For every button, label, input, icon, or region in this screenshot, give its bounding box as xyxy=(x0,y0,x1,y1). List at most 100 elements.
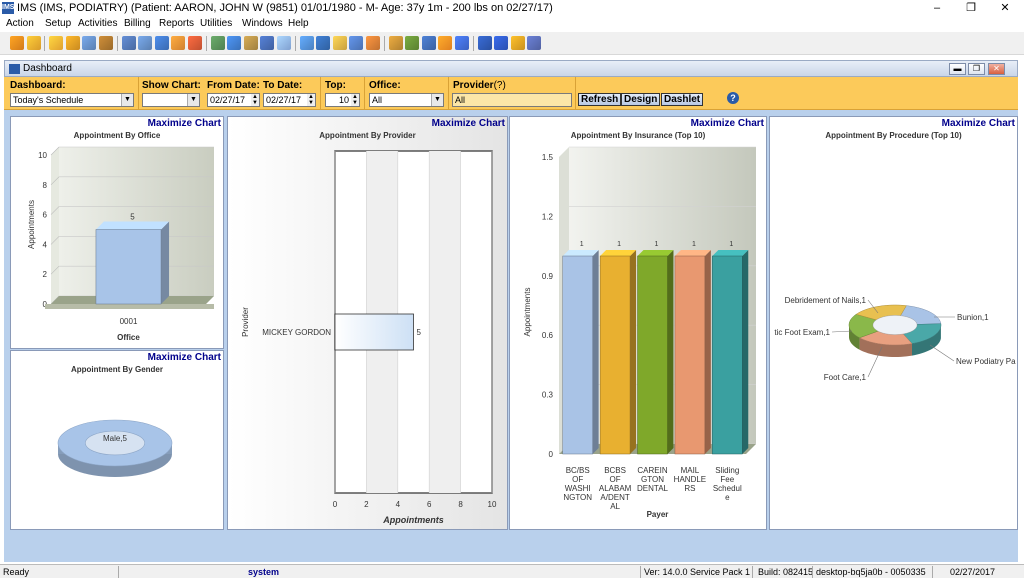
y-axis-label: Provider xyxy=(241,307,250,337)
provider-label: Provider(?) xyxy=(453,80,506,91)
y-tick-label: 0.9 xyxy=(542,272,554,281)
minimize-button[interactable]: – xyxy=(920,0,954,17)
menu-help[interactable]: Help xyxy=(288,18,309,29)
dollar-icon[interactable] xyxy=(154,36,169,50)
display-icon[interactable] xyxy=(477,36,492,50)
gender-chart-panel: Maximize Chart Appointment By Gender Mal… xyxy=(10,350,224,530)
restore-button[interactable]: ❐ xyxy=(954,0,988,17)
pen-icon[interactable] xyxy=(277,36,291,50)
top-value: 10 xyxy=(338,95,349,105)
calendar-icon[interactable] xyxy=(227,36,242,50)
show-chart-select[interactable]: ▼ xyxy=(142,93,200,107)
provider-help-hint[interactable]: (?) xyxy=(494,80,506,91)
grid-band xyxy=(429,151,461,493)
x-axis-label: Payer xyxy=(647,510,669,519)
provider-label-text: Provider xyxy=(453,80,494,91)
bar-side xyxy=(667,250,674,454)
building-icon[interactable] xyxy=(366,36,380,50)
help-icon[interactable] xyxy=(494,36,509,50)
menu-action[interactable]: Action xyxy=(6,18,34,29)
lab-flask-icon[interactable] xyxy=(99,36,113,50)
y-tick-label: 4 xyxy=(43,240,48,249)
plot-floor-edge xyxy=(45,304,214,309)
menu-activities[interactable]: Activities xyxy=(78,18,117,29)
dashboard-select[interactable]: Today's Schedule ▼ xyxy=(10,93,134,107)
spinner-icon[interactable]: ▲ ▼ xyxy=(307,94,315,106)
y-tick-label: 0 xyxy=(549,450,554,459)
lock-icon[interactable] xyxy=(510,36,525,50)
from-date-value: 02/27/17 xyxy=(210,95,246,105)
document-icon[interactable] xyxy=(121,36,136,50)
grid-icon[interactable] xyxy=(349,36,364,50)
chevron-down-icon: ▼ xyxy=(187,94,199,106)
folder-open-icon[interactable] xyxy=(49,36,64,50)
form-icon[interactable] xyxy=(138,36,153,50)
folder-icon[interactable] xyxy=(65,36,80,50)
data-label: 5 xyxy=(417,328,422,337)
x-axis-label: Office xyxy=(117,333,140,342)
transfer-icon[interactable] xyxy=(210,36,225,50)
office-select[interactable]: All ▼ xyxy=(369,93,444,107)
exit-icon[interactable] xyxy=(527,36,542,50)
office-label: Office: xyxy=(369,80,401,91)
close-button[interactable]: ✕ xyxy=(988,0,1022,17)
stack-icon[interactable] xyxy=(388,36,403,50)
exchange-icon[interactable] xyxy=(421,36,436,50)
x-axis-label: Appointments xyxy=(382,515,444,525)
chart-icon[interactable] xyxy=(332,36,347,50)
refresh-button[interactable]: Refresh xyxy=(578,93,622,106)
data-label: 1 xyxy=(655,241,659,248)
chevron-down-icon: ▼ xyxy=(431,94,443,106)
menu-windows[interactable]: Windows xyxy=(242,18,283,29)
status-version: Ver: 14.0.0 Service Pack 1 xyxy=(644,567,751,577)
menu-billing[interactable]: Billing xyxy=(124,18,151,29)
spinner-icon[interactable]: ▲ ▼ xyxy=(251,94,259,106)
mdi-close-button[interactable]: ✕ xyxy=(988,63,1005,75)
mdi-restore-button[interactable]: ❐ xyxy=(968,63,985,75)
dashlet-button[interactable]: Dashlet xyxy=(661,93,704,106)
data-label: New Podiatry Pa xyxy=(956,357,1016,366)
design-button[interactable]: Design xyxy=(621,93,661,106)
mdi-minimize-button[interactable]: ▬ xyxy=(949,63,966,75)
y-tick-label: MICKEY GORDON xyxy=(262,328,331,337)
provider-field[interactable]: All xyxy=(452,93,572,107)
bar xyxy=(674,255,706,455)
camera-icon[interactable] xyxy=(316,36,331,50)
to-date-field[interactable]: 02/27/17 ▲ ▼ xyxy=(263,93,316,107)
dashboard-select-value: Today's Schedule xyxy=(13,95,84,105)
user-icon[interactable] xyxy=(10,36,24,50)
y-axis-label: Appointments xyxy=(27,200,36,249)
bar-side xyxy=(161,221,170,304)
edit-icon[interactable] xyxy=(260,36,275,50)
x-tick-label: 10 xyxy=(488,500,497,509)
bar-top xyxy=(95,221,170,230)
help-icon[interactable]: ? xyxy=(727,92,739,104)
filter-bar: Dashboard: Today's Schedule ▼ Show Chart:… xyxy=(4,77,1018,110)
tools-icon[interactable] xyxy=(243,36,258,50)
menu-setup[interactable]: Setup xyxy=(45,18,71,29)
money-icon[interactable] xyxy=(405,36,420,50)
from-date-field[interactable]: 02/27/17 ▲ ▼ xyxy=(207,93,260,107)
data-label: 1 xyxy=(729,241,733,248)
report-icon[interactable] xyxy=(188,36,202,50)
data-label: Foot Care,1 xyxy=(824,373,867,382)
users-icon[interactable] xyxy=(26,36,41,50)
status-ready: Ready xyxy=(3,567,30,577)
chevron-down-icon: ▼ xyxy=(121,94,133,106)
word-icon[interactable] xyxy=(438,36,453,50)
box-icon[interactable] xyxy=(299,36,314,50)
top-label: Top: xyxy=(325,80,346,91)
x-tick-label: BC/BS OF WASHI NGTON xyxy=(563,466,592,502)
print-icon[interactable] xyxy=(82,36,97,50)
menu-reports[interactable]: Reports xyxy=(159,18,194,29)
spreadsheet-icon[interactable] xyxy=(455,36,469,50)
ims-app-icon: IMS xyxy=(2,2,14,14)
menu-utilities[interactable]: Utilities xyxy=(200,18,232,29)
data-label: Male,5 xyxy=(103,434,128,443)
top-field[interactable]: 10 ▲ ▼ xyxy=(325,93,360,107)
procedure-pie-chart: Bunion,1 New Podiatry Pa Foot Care,1 tic Fo… xyxy=(774,296,1016,382)
billing-icon[interactable] xyxy=(171,36,186,50)
bar xyxy=(599,255,631,455)
data-label: 1 xyxy=(692,241,696,248)
spinner-icon[interactable]: ▲ ▼ xyxy=(351,94,359,106)
